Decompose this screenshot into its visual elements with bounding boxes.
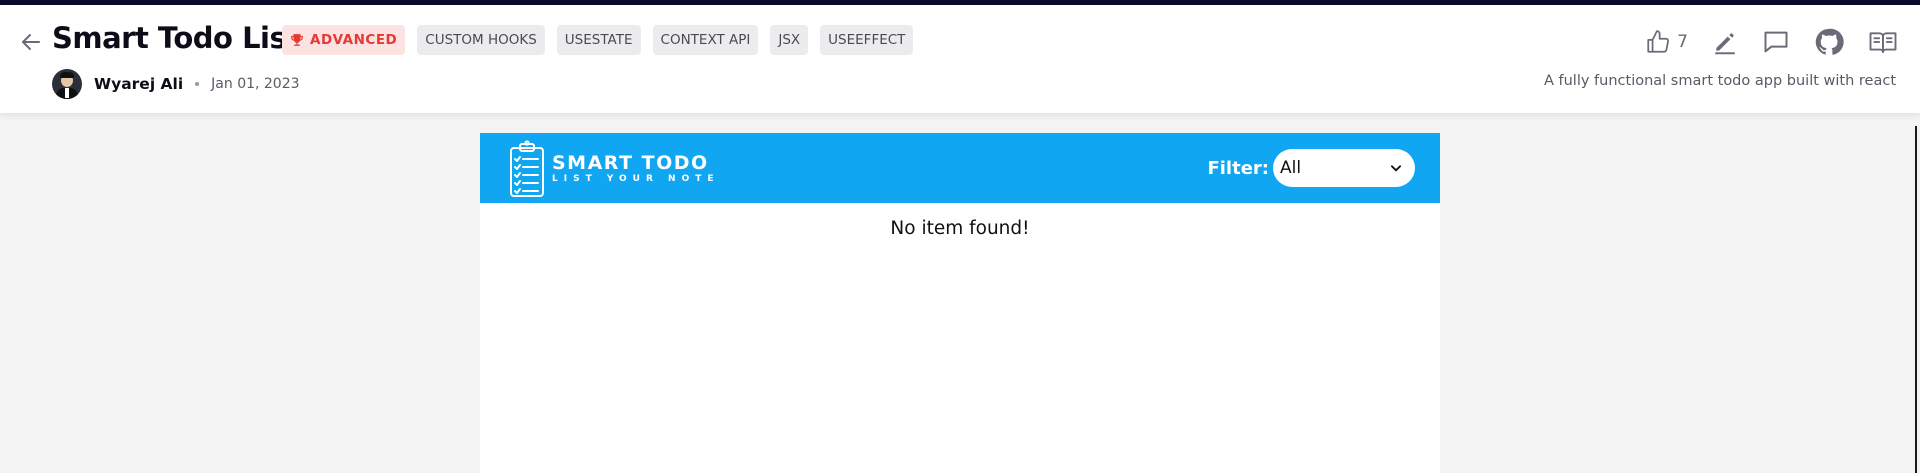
app-header: SMART TODO LIST YOUR NOTE Filter: All	[480, 133, 1440, 203]
level-badge-label: ADVANCED	[310, 32, 398, 48]
clipboard-icon	[510, 140, 544, 197]
page-title: Smart Todo List	[52, 21, 300, 55]
github-icon	[1815, 28, 1844, 55]
page-header: Smart Todo List ADVANCED CUSTOM HOOKS US…	[0, 5, 1920, 113]
thumbs-up-icon	[1647, 30, 1670, 53]
pencil-icon	[1715, 33, 1735, 55]
docs-button[interactable]	[1868, 27, 1898, 57]
filter-selected-value: All	[1280, 158, 1302, 178]
trophy-icon	[290, 33, 304, 47]
edit-button[interactable]	[1712, 29, 1738, 55]
author-info: Wyarej Ali Jan 01, 2023	[52, 69, 300, 99]
tag-custom-hooks[interactable]: CUSTOM HOOKS	[417, 25, 545, 55]
project-description: A fully functional smart todo app built …	[1543, 73, 1896, 89]
back-button[interactable]	[18, 29, 44, 55]
comment-icon	[1764, 31, 1788, 53]
filter-control: Filter: All	[1207, 149, 1415, 187]
scrollbar[interactable]	[1915, 126, 1917, 473]
comment-button[interactable]	[1762, 28, 1790, 56]
empty-state-message: No item found!	[890, 218, 1030, 239]
github-button[interactable]	[1814, 27, 1844, 57]
tag-jsx[interactable]: JSX	[770, 25, 809, 55]
separator-dot	[195, 82, 200, 86]
arrow-left-icon	[22, 34, 40, 50]
app-logo: SMART TODO LIST YOUR NOTE	[508, 140, 720, 198]
tag-list: ADVANCED CUSTOM HOOKS USESTATE CONTEXT A…	[282, 25, 914, 55]
publish-date: Jan 01, 2023	[211, 76, 300, 92]
tag-usestate[interactable]: USESTATE	[556, 25, 641, 55]
app-preview: SMART TODO LIST YOUR NOTE Filter: All No…	[480, 133, 1440, 473]
logo-title: SMART TODO	[552, 152, 709, 174]
tag-useeffect[interactable]: USEEFFECT	[820, 25, 914, 55]
like-count: 7	[1677, 32, 1688, 52]
like-button[interactable]: 7	[1645, 29, 1688, 55]
action-bar: 7	[1645, 27, 1898, 57]
logo-text: SMART TODO LIST YOUR NOTE	[552, 153, 720, 185]
level-badge[interactable]: ADVANCED	[282, 25, 406, 55]
book-icon	[1869, 32, 1897, 53]
filter-label: Filter:	[1207, 157, 1269, 179]
author-name[interactable]: Wyarej Ali	[94, 75, 183, 93]
filter-select[interactable]: All	[1273, 149, 1415, 187]
logo-subtitle: LIST YOUR NOTE	[552, 174, 720, 184]
chevron-down-icon	[1390, 165, 1402, 172]
tag-context-api[interactable]: CONTEXT API	[652, 25, 759, 55]
avatar[interactable]	[52, 69, 82, 99]
